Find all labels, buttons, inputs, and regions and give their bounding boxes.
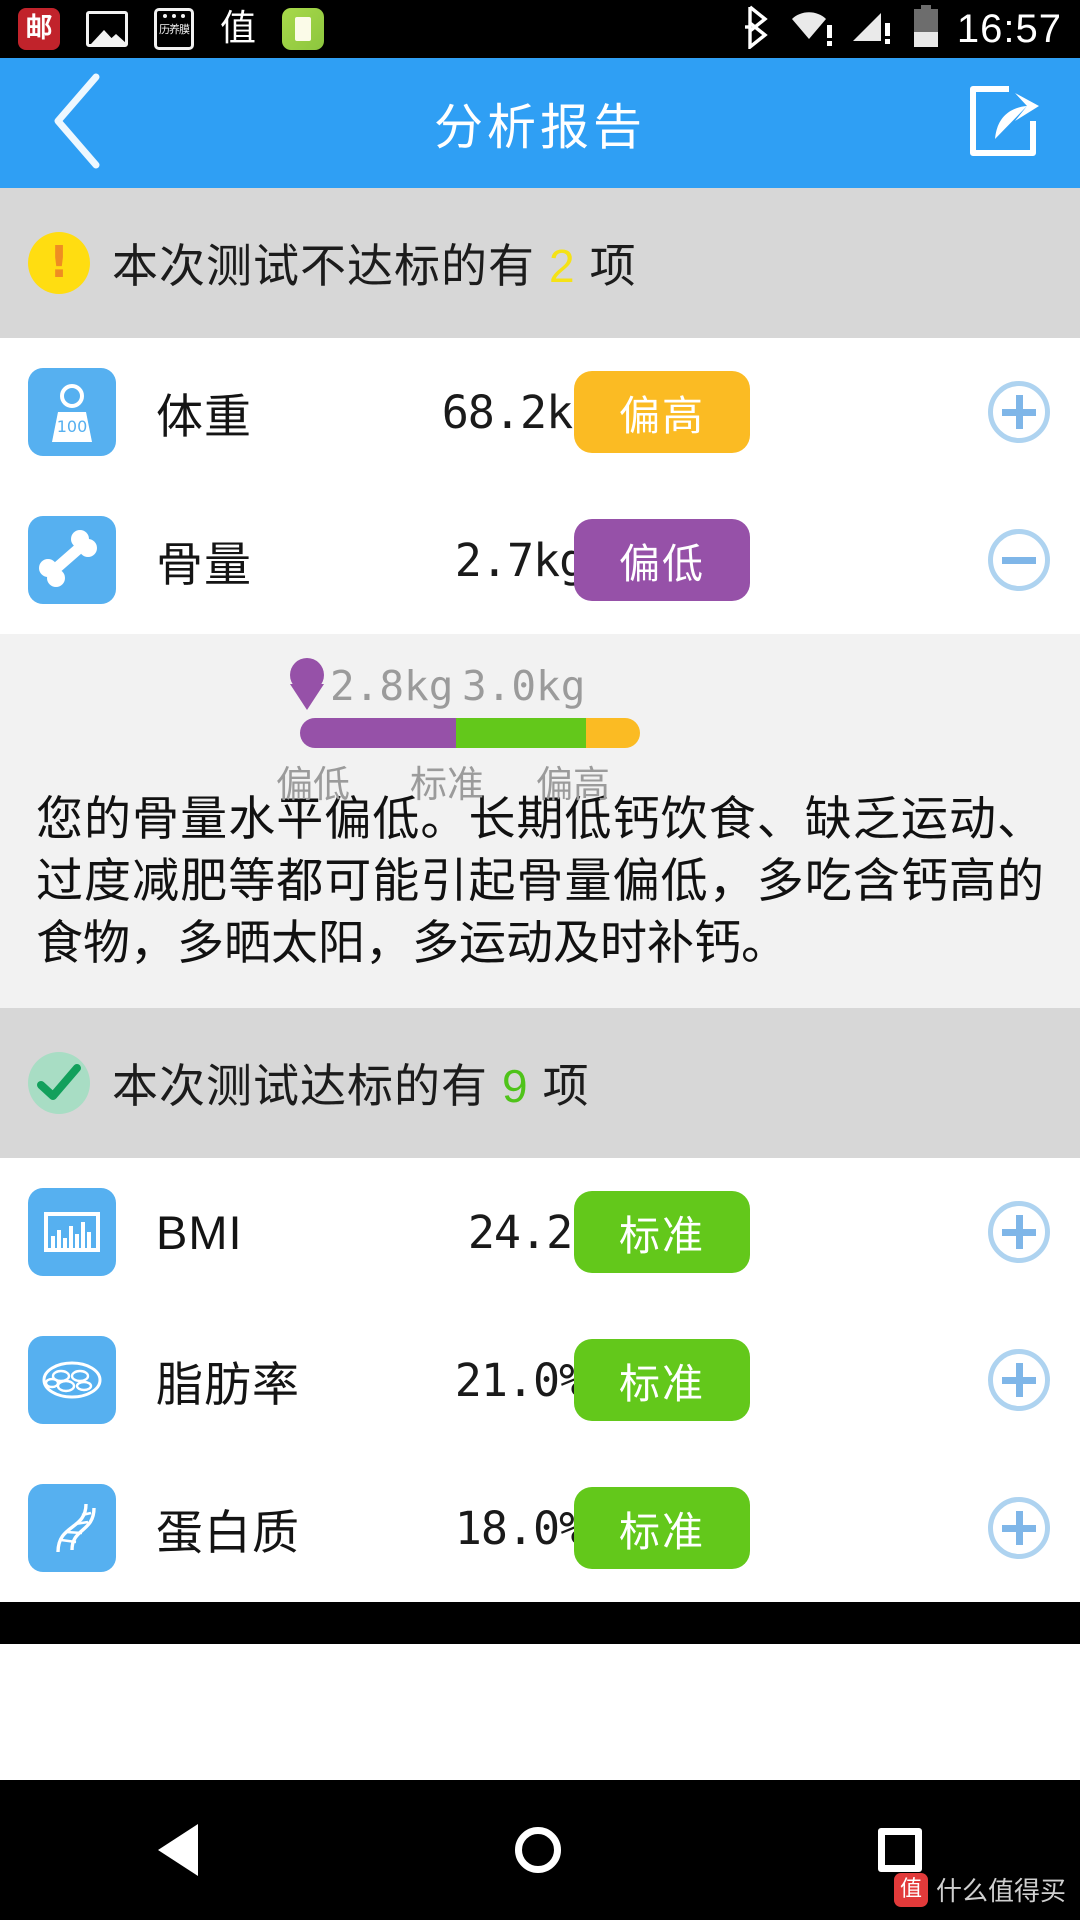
- gauge-segment-low: [300, 718, 457, 748]
- gauge-category-labels: 偏低 标准 偏高: [0, 754, 1080, 805]
- protein-dna-icon: [28, 1484, 116, 1573]
- gauge-segment-standard: [456, 718, 586, 748]
- table-row[interactable]: 蛋白质 18.0% 标准: [0, 1454, 1080, 1602]
- watermark-text: 什么值得买: [935, 1876, 1066, 1906]
- metric-name: 骨量: [156, 537, 252, 591]
- mail-app-icon: 邮: [18, 8, 60, 50]
- fail-text-before: 本次测试不达标的有: [112, 240, 535, 292]
- status-badge[interactable]: 偏低: [574, 519, 750, 601]
- pass-text-after: 项: [542, 1060, 590, 1113]
- status-bar-clock: 16:57: [956, 6, 1062, 51]
- gallery-app-icon: [86, 11, 128, 47]
- green-doc-app-icon: [282, 8, 325, 50]
- metric-name: 体重: [156, 389, 252, 443]
- gauge-bar: [300, 718, 640, 748]
- gauge-threshold-low: 2.8kg: [330, 662, 454, 710]
- wifi-warning-icon: [789, 7, 835, 52]
- gauge-label-standard: 标准: [410, 764, 484, 805]
- watermark: 值 什么值得买: [893, 1871, 1066, 1908]
- nav-recents-square-icon[interactable]: [877, 1828, 922, 1872]
- nav-back-triangle-icon[interactable]: [158, 1824, 199, 1876]
- phone-screen: 邮 历养膜 值 16:57 分析报告 ! 本次测试不达标的有 2 项 100 体…: [0, 0, 1080, 1920]
- gauge-label-low: 偏低: [276, 764, 350, 805]
- plus-circle-icon[interactable]: [988, 1201, 1050, 1264]
- fail-section-label: 本次测试不达标的有 2 项: [112, 230, 637, 296]
- svg-text:100: 100: [57, 417, 88, 436]
- fat-mesh-icon: [28, 1336, 116, 1425]
- app-header: 分析报告: [0, 58, 1080, 188]
- bone-range-gauge: 2.8kg 3.0kg 偏低 标准 偏高: [0, 652, 1080, 805]
- pass-items-list: BMI 24.2 标准 脂肪率 21.0% 标准 蛋白质 18.0% 标准: [0, 1158, 1080, 1603]
- share-button[interactable]: [946, 58, 1056, 188]
- table-row[interactable]: 100 体重 68.2kg 偏高: [0, 338, 1080, 486]
- bluetooth-icon: [743, 5, 773, 54]
- pass-section-header: 本次测试达标的有 9 项: [0, 1008, 1080, 1159]
- status-badge[interactable]: 标准: [574, 1191, 750, 1274]
- pass-text-before: 本次测试达标的有: [112, 1060, 488, 1113]
- back-button[interactable]: [24, 58, 134, 188]
- metric-name: BMI: [156, 1205, 243, 1259]
- page-title: 分析报告: [433, 100, 646, 155]
- watermark-badge: 值: [893, 1872, 928, 1907]
- plus-circle-icon[interactable]: [988, 1497, 1050, 1560]
- metric-name: 蛋白质: [156, 1505, 300, 1559]
- calendar-app-icon: 历养膜: [154, 8, 194, 50]
- bone-detail-panel: 2.8kg 3.0kg 偏低 标准 偏高 您的骨量水平偏低。长期低钙饮食、缺乏运…: [0, 634, 1080, 1009]
- calendar-icon-label: 历养膜: [159, 24, 190, 36]
- weight-scale-icon: 100: [28, 368, 116, 456]
- gauge-segment-high: [585, 718, 640, 748]
- android-nav-bar: 值 什么值得买: [0, 1780, 1080, 1920]
- fail-count: 2: [549, 240, 576, 292]
- gauge-threshold-high: 3.0kg: [462, 662, 586, 710]
- fail-section-header: ! 本次测试不达标的有 2 项: [0, 188, 1080, 338]
- minus-circle-icon[interactable]: [988, 529, 1050, 591]
- pass-section-label: 本次测试达标的有 9 项: [112, 1050, 590, 1116]
- calendar-icon-dots: [157, 14, 191, 18]
- chevron-left-icon: [44, 71, 114, 176]
- bone-icon: [28, 516, 116, 604]
- nav-home-circle-icon[interactable]: [514, 1827, 561, 1873]
- pass-count: 9: [502, 1060, 529, 1113]
- status-badge[interactable]: 标准: [574, 1339, 750, 1422]
- metric-name: 脂肪率: [156, 1357, 300, 1411]
- status-badge[interactable]: 标准: [574, 1487, 750, 1570]
- bone-detail-description: 您的骨量水平偏低。长期低钙饮食、缺乏运动、过度减肥等都可能引起骨量偏低，多吃含钙…: [36, 792, 1044, 970]
- warning-exclamation-icon: !: [28, 232, 90, 294]
- status-bar-notification-icons: 邮 历养膜 值: [18, 8, 325, 50]
- fail-items-list: 100 体重 68.2kg 偏高 骨量 2.7kg 偏低: [0, 338, 1080, 634]
- signal-warning-icon: [851, 7, 895, 52]
- plus-circle-icon[interactable]: [988, 381, 1050, 443]
- table-row[interactable]: 骨量 2.7kg 偏低: [0, 486, 1080, 634]
- check-circle-icon: [28, 1052, 90, 1115]
- share-icon: [959, 81, 1043, 166]
- bmi-bar-chart-icon: [28, 1188, 116, 1277]
- gauge-threshold-labels: 2.8kg 3.0kg: [0, 662, 1080, 712]
- plus-circle-icon[interactable]: [988, 1349, 1050, 1412]
- status-badge[interactable]: 偏高: [574, 371, 750, 453]
- status-bar-system-icons: 16:57: [743, 4, 1062, 54]
- bottom-spacer: [0, 1602, 1080, 1645]
- battery-icon: [911, 4, 941, 54]
- table-row[interactable]: 脂肪率 21.0% 标准: [0, 1306, 1080, 1454]
- status-bar: 邮 历养膜 值 16:57: [0, 0, 1080, 58]
- zhi-app-icon: 值: [220, 8, 257, 49]
- gauge-label-high: 偏高: [536, 764, 610, 805]
- table-row[interactable]: BMI 24.2 标准: [0, 1158, 1080, 1306]
- fail-text-after: 项: [589, 240, 637, 292]
